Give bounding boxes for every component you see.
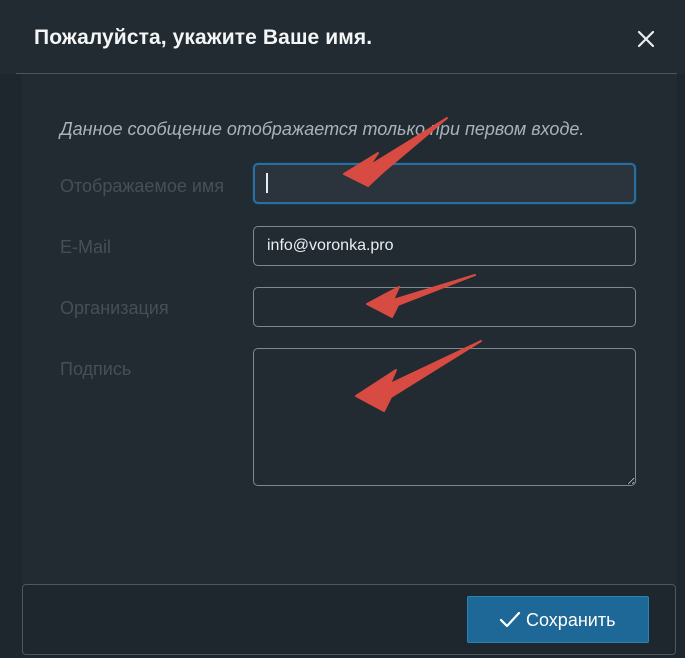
save-button[interactable]: Сохранить	[467, 596, 649, 643]
organization-input[interactable]	[253, 287, 636, 327]
dialog-title: Пожалуйста, укажите Ваше имя.	[34, 26, 373, 49]
profile-dialog: Пожалуйста, укажите Ваше имя. Данное соо…	[0, 0, 685, 658]
first-login-notice: Данное сообщение отображается только при…	[60, 119, 585, 139]
display-name-input[interactable]	[253, 163, 636, 204]
save-button-label: Сохранить	[526, 610, 616, 630]
close-icon[interactable]	[634, 27, 658, 51]
display-name-label: Отображаемое имя	[60, 176, 225, 196]
dialog-body	[22, 74, 677, 584]
text-cursor	[266, 173, 268, 193]
email-label: E-Mail	[60, 237, 112, 257]
signature-textarea[interactable]	[253, 348, 636, 486]
checkmark-icon	[499, 610, 521, 630]
email-input[interactable]	[253, 226, 636, 266]
signature-label: Подпись	[60, 359, 132, 379]
organization-label: Организация	[60, 298, 169, 318]
dialog-header: Пожалуйста, укажите Ваше имя.	[0, 0, 685, 74]
